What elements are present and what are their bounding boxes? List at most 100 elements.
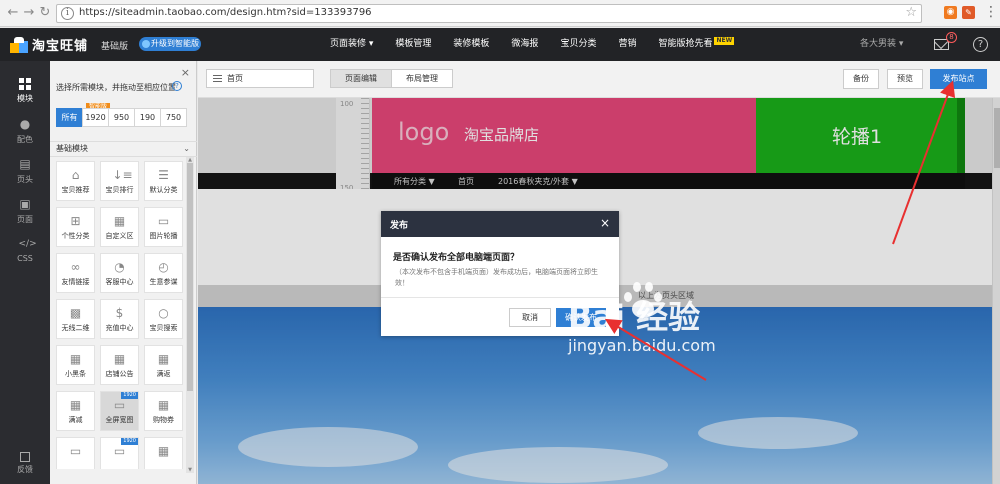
store-select[interactable]: 各大男装 ▾ [860, 28, 903, 61]
size-tab-750[interactable]: 750 [160, 108, 187, 127]
mail-count-badge: 8 [946, 32, 957, 43]
browser-menu-icon[interactable]: ⋮ [984, 4, 998, 20]
left-rail: 模块 ● 配色 ▤ 页头 ▣ 页面 </> CSS [0, 61, 50, 484]
module-tile[interactable]: ○ 宝贝搜索 [144, 299, 183, 339]
nav-item-category[interactable]: 宝贝分类 [549, 28, 607, 61]
address-bar[interactable]: i https://siteadmin.taobao.com/design.ht… [56, 4, 922, 23]
rail-item-page[interactable]: ▣ 页面 [0, 191, 50, 229]
upgrade-button[interactable]: 升级到智能版 [139, 37, 201, 51]
panel-hint: 选择所需模块，并拖动至相应位置 [56, 83, 176, 92]
nav-marketing[interactable]: 营销 [607, 28, 647, 61]
module-tile[interactable]: ▦ 满减 [56, 391, 95, 431]
rail-item-modules[interactable]: 模块 [0, 71, 50, 109]
preview-button[interactable]: 预览 [887, 69, 923, 89]
logo-text: 淘宝旺铺 [32, 39, 89, 54]
module-tile[interactable]: ☰ 默认分类 [144, 161, 183, 201]
module-tile[interactable]: ▦ 店铺公告 [100, 345, 139, 385]
module-label: 满返 [156, 370, 171, 378]
close-icon[interactable]: × [600, 216, 610, 230]
module-grid: ⌂ 宝贝推荐 ↓≡ 宝贝排行 ☰ 默认分类 ⊞ 个性分类 ▦ 自定义区 ▭ 图片轮播 ∞ 友情链接 ◔ 客服中… [56, 161, 186, 469]
forward-arrow-icon[interactable]: → [22, 5, 36, 21]
module-tile[interactable]: ▩ 无线二维 [56, 299, 95, 339]
dialog-note: （本次发布不包含手机端页面）发布成功后，电脑端页面将立即生效！ [395, 268, 598, 287]
upgrade-label: 升级到智能版 [151, 39, 199, 48]
module-label: 个性分类 [61, 232, 90, 240]
publish-site-button[interactable]: 发布站点 [930, 69, 987, 89]
module-label: 图片轮播 [149, 232, 178, 240]
nav-page-decorate[interactable]: 页面装修 ▾ [330, 28, 384, 61]
module-label: 宝贝排行 [105, 186, 134, 194]
module-tile[interactable]: ▦ 满返 [144, 345, 183, 385]
panel-close-icon[interactable]: × [181, 66, 190, 79]
extension-icon[interactable]: ◉ [944, 6, 957, 19]
page-select[interactable]: 首页 [206, 69, 314, 88]
reload-icon[interactable]: ↻ [38, 5, 52, 21]
upgrade-dot-icon [142, 40, 150, 48]
module-tile[interactable]: ▭ 图片轮播 [144, 207, 183, 247]
module-tile[interactable]: ⊞ 个性分类 [56, 207, 95, 247]
module-icon: ↓≡ [112, 168, 133, 182]
watermark-brand: Bai 经验 [568, 298, 701, 336]
module-tile[interactable]: ▦ 自定义区 [100, 207, 139, 247]
bookmark-star-icon[interactable]: ☆ [905, 5, 917, 20]
module-tile[interactable]: ▦ 购物券 [144, 391, 183, 431]
rail-item-css[interactable]: </> CSS [0, 231, 50, 269]
browser-toolbar: ← → ↻ i https://siteadmin.taobao.com/des… [0, 0, 1000, 27]
module-tile[interactable]: ◔ 客服中心 [100, 253, 139, 293]
module-tile[interactable]: ◴ 生意参谋 [144, 253, 183, 293]
url-text[interactable]: https://siteadmin.taobao.com/design.htm?… [79, 7, 372, 18]
dialog-title: 发布 [390, 221, 409, 231]
cancel-button[interactable]: 取消 [509, 308, 551, 327]
mode-tabs: 页面编辑 布局管理 [330, 69, 453, 88]
module-icon: ▦ [157, 352, 170, 366]
size-tab-950[interactable]: 950 [108, 108, 135, 127]
nav-smart-preview[interactable]: 智能版抢先看 NEW [647, 28, 745, 61]
module-tile[interactable]: ↓≡ 宝贝排行 [100, 161, 139, 201]
module-tile[interactable]: ▭ 1920 [100, 437, 139, 469]
module-tile[interactable]: ∞ 友情链接 [56, 253, 95, 293]
extension-icon-2[interactable]: ✎ [962, 6, 975, 19]
module-tile[interactable]: ▦ [144, 437, 183, 469]
module-label: 购物券 [153, 416, 174, 424]
module-tile[interactable]: ⌂ 宝贝推荐 [56, 161, 95, 201]
scroll-down-icon[interactable]: ▼ [186, 467, 194, 473]
tab-page-edit[interactable]: 页面编辑 [330, 69, 392, 88]
module-icon: ▦ [69, 398, 82, 412]
logo-icon [10, 36, 28, 53]
site-info-icon[interactable]: i [61, 7, 74, 20]
module-icon: ◔ [114, 260, 125, 274]
hint-help-icon[interactable]: ? [172, 81, 182, 91]
module-icon: ⊞ [70, 214, 81, 228]
tab-layout-manage[interactable]: 布局管理 [391, 69, 453, 88]
dialog-header: 发布 × [381, 211, 619, 237]
size-tab-190[interactable]: 190 [134, 108, 161, 127]
feedback-link[interactable]: 反馈 [0, 452, 50, 475]
back-arrow-icon[interactable]: ← [6, 5, 20, 21]
chevron-down-icon: ⌄ [183, 144, 190, 153]
nav-template-manage[interactable]: 模板管理 [384, 28, 442, 61]
nav-decorate-template[interactable]: 装修模板 [442, 28, 500, 61]
module-icon: ▦ [69, 352, 82, 366]
page-header-icon: ▤ [19, 157, 31, 171]
nav-micro-poster[interactable]: 微海报 [500, 28, 549, 61]
module-tile[interactable]: $ 充值中心 [100, 299, 139, 339]
module-icon: ▦ [157, 398, 170, 412]
module-icon: ○ [158, 306, 169, 320]
rail-item-header[interactable]: ▤ 页头 [0, 151, 50, 189]
panel-scrollbar[interactable]: ▲ ▼ [186, 157, 194, 473]
section-basic-modules[interactable]: 基础模块 ⌄ [50, 141, 197, 157]
backup-button[interactable]: 备份 [843, 69, 879, 89]
rail-label: CSS [17, 254, 33, 263]
rail-item-colors[interactable]: ● 配色 [0, 111, 50, 149]
module-label: 宝贝推荐 [61, 186, 90, 194]
scroll-thumb[interactable] [187, 163, 193, 391]
module-icon: ⌂ [71, 168, 80, 182]
module-tile[interactable]: ▦ 小黑条 [56, 345, 95, 385]
size-filter-tabs: 所有 1920 950 190 750 [56, 108, 187, 127]
logo[interactable]: 淘宝旺铺 [10, 36, 89, 54]
module-tile[interactable]: ▭ [56, 437, 95, 469]
help-icon[interactable]: ? [973, 37, 988, 52]
size-tab-1920[interactable]: 1920 [82, 108, 109, 127]
size-tab-all[interactable]: 所有 [56, 108, 83, 127]
module-tile[interactable]: ▭ 全屏宽图 1920 [100, 391, 139, 431]
